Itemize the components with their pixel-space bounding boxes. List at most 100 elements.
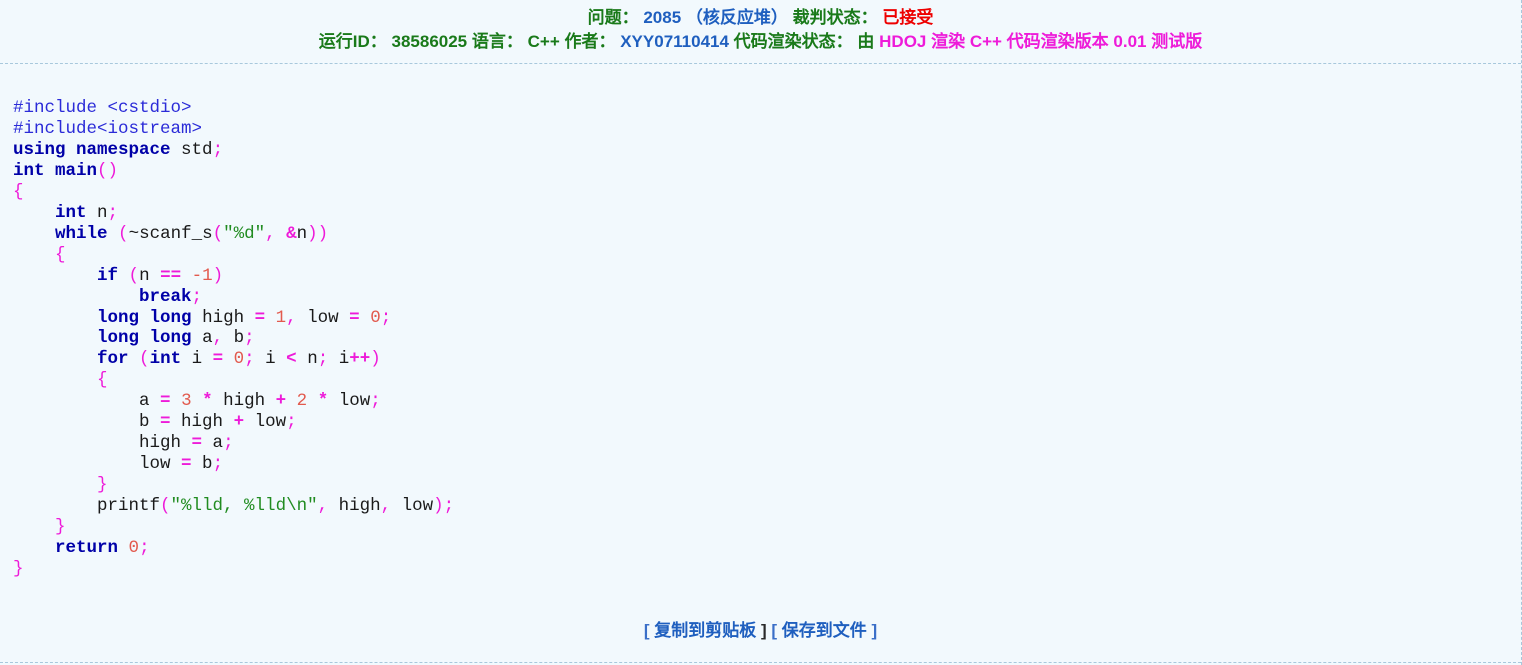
code-token: if bbox=[97, 265, 119, 286]
code-line: { bbox=[13, 370, 108, 390]
problem-id-link[interactable]: 2085 bbox=[643, 8, 681, 27]
code-token: return bbox=[55, 538, 119, 559]
code-token: 0 bbox=[128, 538, 140, 559]
code-token: high bbox=[191, 307, 255, 328]
code-line: #include<iostream> bbox=[13, 119, 202, 139]
code-token: ~scanf_s bbox=[128, 223, 213, 244]
code-token: long bbox=[97, 307, 140, 328]
code-token: , bbox=[265, 223, 276, 244]
code-token: ; bbox=[370, 391, 381, 412]
copy-to-clipboard-link[interactable]: 复制到剪贴板 bbox=[654, 621, 756, 640]
code-line: } bbox=[13, 475, 108, 495]
problem-label: 问题： bbox=[587, 8, 639, 27]
code-token: ; bbox=[244, 328, 255, 349]
code-token: n bbox=[296, 349, 318, 370]
code-token: } bbox=[55, 517, 66, 538]
code-token: = bbox=[160, 391, 171, 412]
code-line: int n; bbox=[13, 203, 118, 223]
code-token: , bbox=[212, 328, 224, 349]
render-by-text: 由 bbox=[857, 32, 875, 51]
code-token: long bbox=[149, 328, 192, 349]
code-token: * bbox=[202, 391, 213, 412]
code-token: ( bbox=[128, 265, 140, 286]
code-token: n bbox=[296, 223, 308, 244]
code-token: ( bbox=[139, 349, 150, 370]
code-token: ; bbox=[212, 139, 224, 160]
code-line: long long a, b; bbox=[13, 328, 255, 348]
code-line: #include <cstdio> bbox=[13, 98, 192, 118]
code-token: + bbox=[233, 412, 245, 433]
code-token: { bbox=[55, 244, 66, 265]
code-token: int bbox=[55, 202, 87, 223]
code-token: low bbox=[244, 412, 287, 433]
code-token: ; bbox=[139, 538, 150, 559]
code-token: high bbox=[13, 433, 192, 454]
code-token: b bbox=[13, 412, 161, 433]
code-token: ; bbox=[191, 286, 203, 307]
code-line: using namespace std; bbox=[13, 140, 223, 160]
code-token: i bbox=[254, 349, 287, 370]
author-link[interactable]: XYY07110414 bbox=[620, 32, 729, 51]
code-token: n bbox=[86, 202, 108, 223]
code-token: == bbox=[160, 265, 182, 286]
code-token: , bbox=[286, 307, 297, 328]
code-token: = bbox=[191, 433, 203, 454]
code-token: ; bbox=[286, 412, 297, 433]
code-token: low bbox=[13, 454, 182, 475]
code-line: low = b; bbox=[13, 454, 223, 474]
code-line: } bbox=[13, 559, 24, 579]
code-token: low bbox=[296, 307, 350, 328]
code-token: ; bbox=[380, 307, 392, 328]
code-token: ) bbox=[370, 349, 381, 370]
code-token: using bbox=[13, 139, 66, 160]
code-token: i bbox=[328, 349, 350, 370]
submission-header: 问题： 2085 （核反应堆） 裁判状态： 已接受 运行ID： 38586025… bbox=[0, 0, 1521, 64]
problem-title-link[interactable]: （核反应堆） bbox=[686, 8, 788, 27]
code-line: return 0; bbox=[13, 538, 150, 558]
code-token: std bbox=[170, 139, 213, 160]
code-token: low bbox=[391, 496, 434, 517]
code-token: < bbox=[286, 349, 297, 370]
code-token: ( bbox=[118, 223, 129, 244]
code-line: a = 3 * high + 2 * low; bbox=[13, 391, 381, 411]
code-line: while (~scanf_s("%d", &n)) bbox=[13, 224, 328, 244]
code-token: high bbox=[170, 412, 234, 433]
code-token: b bbox=[223, 328, 245, 349]
code-token: = bbox=[349, 307, 360, 328]
save-to-file-link[interactable]: 保存到文件 bbox=[782, 621, 867, 640]
code-line: for (int i = 0; i < n; i++) bbox=[13, 349, 381, 369]
code-token: ; bbox=[244, 349, 255, 370]
bracket-close: ] bbox=[871, 621, 878, 640]
code-line: printf("%lld, %lld\n", high, low); bbox=[13, 496, 454, 516]
author-label: 作者： bbox=[564, 32, 616, 51]
code-line: } bbox=[13, 517, 66, 537]
code-token: int bbox=[13, 160, 45, 181]
code-token: ( bbox=[160, 496, 171, 517]
source-code-block: #include <cstdio> #include<iostream> usi… bbox=[13, 98, 454, 580]
code-token: high bbox=[328, 496, 381, 517]
code-token: ); bbox=[433, 496, 455, 517]
code-line: high = a; bbox=[13, 433, 234, 453]
code-token: 2 bbox=[296, 391, 308, 412]
bracket-close: ] bbox=[760, 621, 767, 640]
code-token: () bbox=[97, 160, 119, 181]
code-token: } bbox=[13, 558, 24, 579]
